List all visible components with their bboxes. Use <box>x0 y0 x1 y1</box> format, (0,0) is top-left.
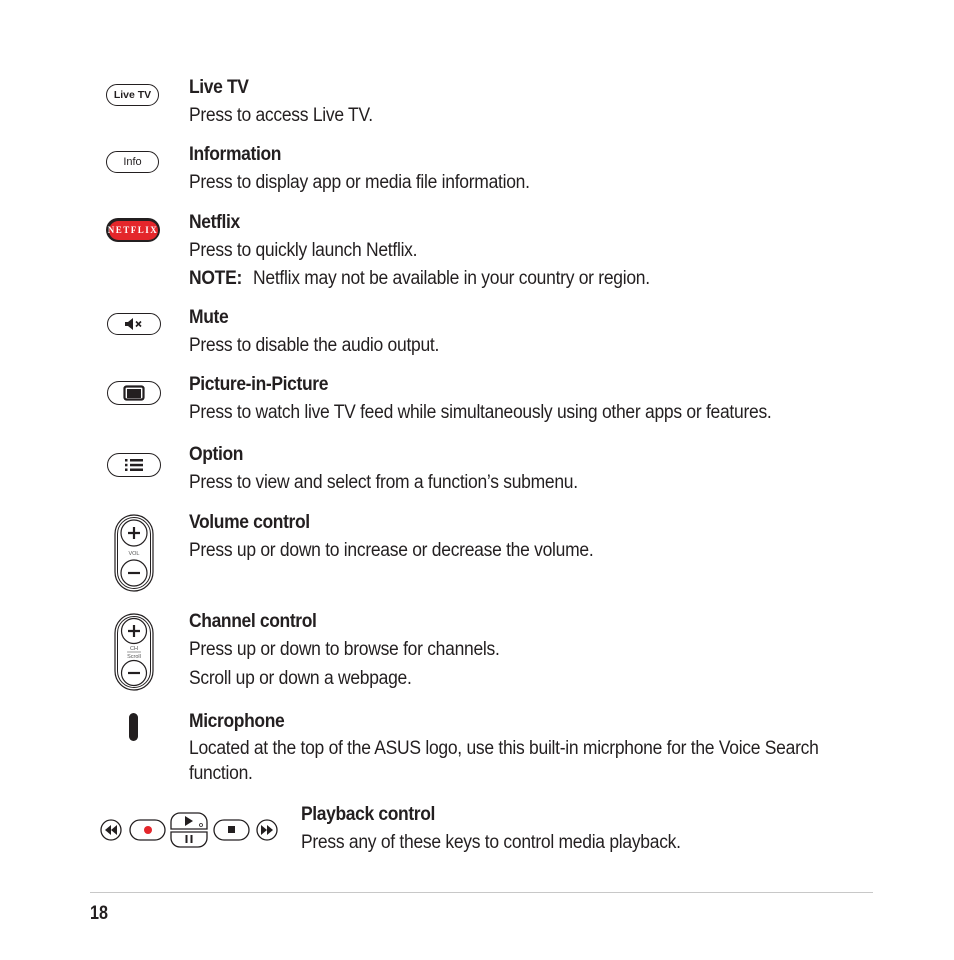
netflix-logo-text: NETFLIX <box>107 225 159 235</box>
playback-keys-icon <box>100 806 280 854</box>
speaker-muted-glyph <box>125 318 142 330</box>
entry-description: Press up or down to browse for channels. <box>189 639 500 660</box>
volume-rocker-glyph: VOL <box>114 514 154 592</box>
option-button-icon <box>107 453 161 477</box>
live-tv-button-icon: Live TV <box>106 84 159 106</box>
entry-description: Press to view and select from a function… <box>189 472 578 493</box>
ch-label: CH <box>130 646 138 652</box>
note-text: Netflix may not be available in your cou… <box>253 268 650 289</box>
fast-forward-key-icon <box>256 819 278 841</box>
netflix-note: NOTE: Netflix may not be available in you… <box>189 265 801 293</box>
entry-title: Live TV <box>189 77 249 98</box>
note-label: NOTE: <box>189 268 243 289</box>
channel-rocker-glyph: CH Scroll <box>114 613 154 691</box>
entry-description: Press to watch live TV feed while simult… <box>189 402 772 423</box>
play-key-icon <box>170 812 208 830</box>
record-key-icon <box>129 819 166 841</box>
entry-description: Press any of these keys to control media… <box>301 832 681 853</box>
entry-description: Press to disable the audio output. <box>189 335 440 356</box>
entry-title: Option <box>189 444 244 465</box>
list-glyph <box>125 459 143 471</box>
entry-title: Picture-in-Picture <box>189 374 329 395</box>
page-number: 18 <box>90 903 108 924</box>
entry-description: Located at the top of the ASUS logo, use… <box>189 738 819 784</box>
entry-title: Channel control <box>189 611 317 632</box>
entry-description: Press up or down to increase or decrease… <box>189 540 594 561</box>
microphone-icon <box>129 713 138 741</box>
entry-title: Netflix <box>189 212 240 233</box>
volume-rocker-icon: VOL <box>114 514 154 592</box>
entry-title: Information <box>189 144 282 165</box>
pip-glyph <box>123 385 145 401</box>
info-button-icon: Info <box>106 151 159 173</box>
vol-label: VOL <box>128 551 139 557</box>
picture-in-picture-button-icon <box>107 381 161 405</box>
entry-title: Microphone <box>189 711 285 732</box>
info-icon-label: Info <box>123 156 142 168</box>
pause-key-icon <box>170 831 208 848</box>
stop-key-icon <box>213 819 250 841</box>
scroll-label: Scroll <box>127 654 141 660</box>
channel-rocker-icon: CH Scroll <box>114 613 154 691</box>
entry-description-2: Scroll up or down a webpage. <box>189 668 412 689</box>
entry-title: Volume control <box>189 512 310 533</box>
playback-keys-glyph <box>100 812 278 848</box>
entry-description: Press to quickly launch Netflix. <box>189 240 418 261</box>
footer-divider <box>90 892 873 893</box>
entry-description: Press to access Live TV. <box>189 105 373 126</box>
netflix-button-icon: NETFLIX <box>106 218 160 242</box>
rewind-key-icon <box>100 819 122 841</box>
entry-description: Press to display app or media file infor… <box>189 172 530 193</box>
entry-title: Playback control <box>301 804 436 825</box>
mute-button-icon <box>107 313 161 335</box>
live-tv-icon-label: Live TV <box>113 89 152 101</box>
entry-title: Mute <box>189 307 229 328</box>
